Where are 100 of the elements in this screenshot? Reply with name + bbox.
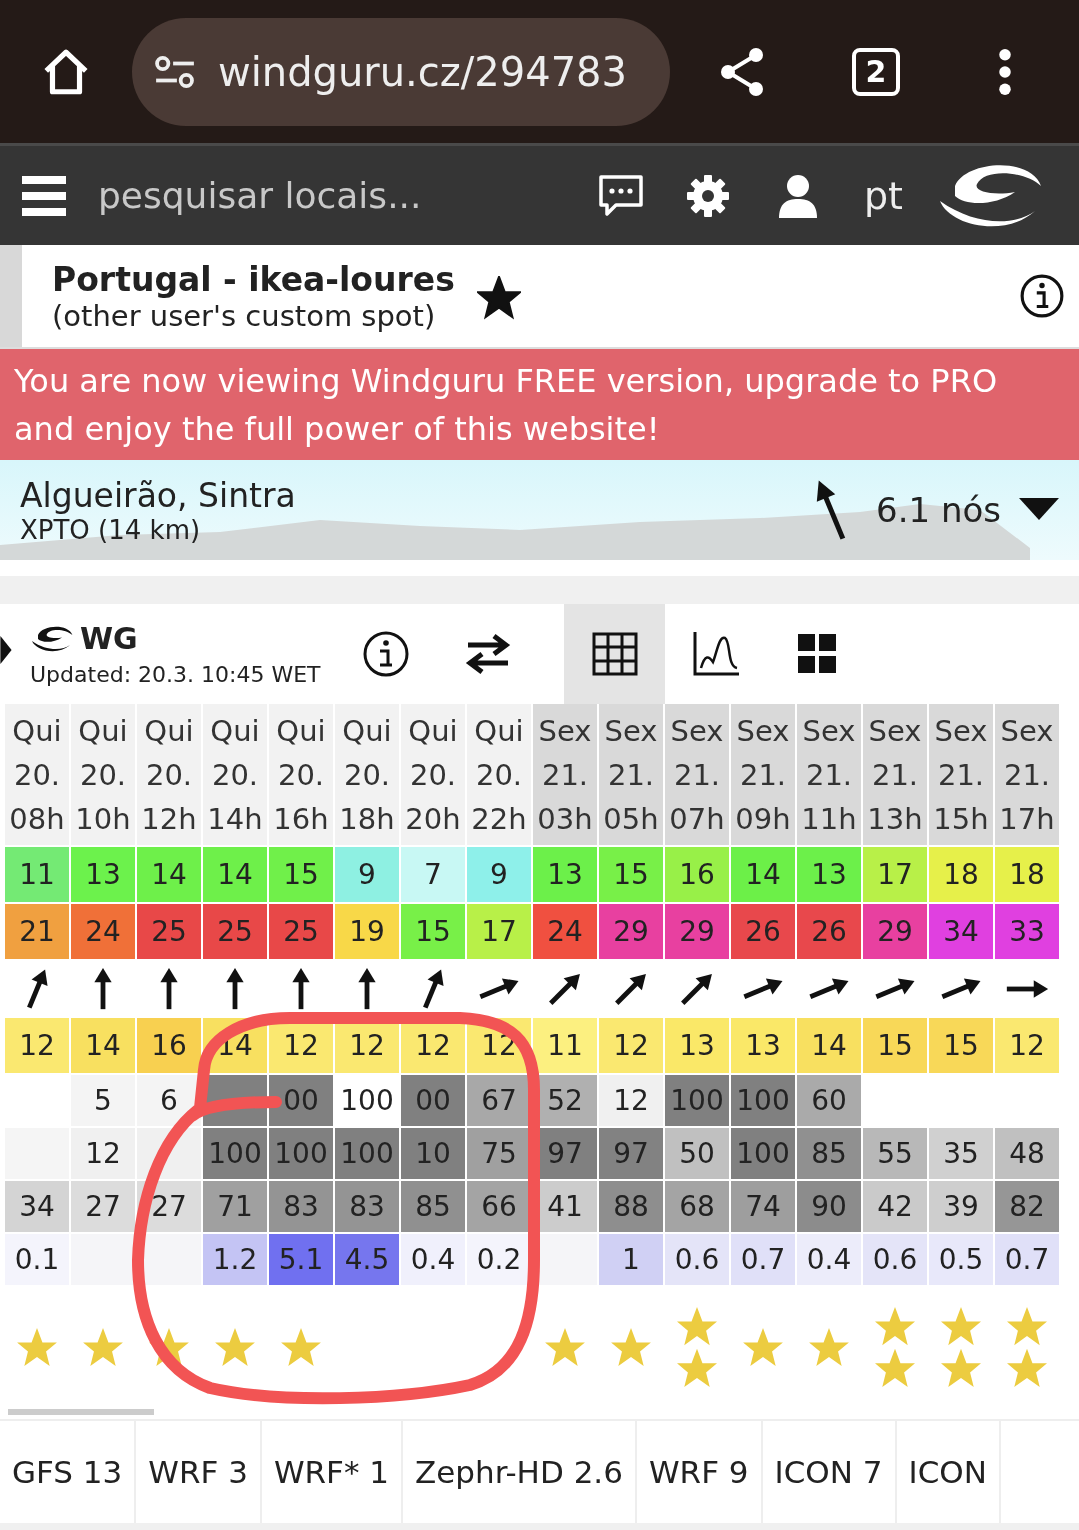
temperature-cell: 14: [71, 1018, 135, 1073]
hour-label: 03h: [537, 800, 593, 838]
cloud-cover-cell: 90: [797, 1181, 861, 1232]
date-label: 21.: [541, 756, 589, 794]
date-label: 21.: [805, 756, 853, 794]
date-label: 20.: [145, 756, 193, 794]
wind-gust-cell: 25: [203, 904, 267, 959]
cloud-cover-cell: 35: [929, 1128, 993, 1179]
hour-label: 18h: [339, 800, 395, 838]
wind-gust-cell: 25: [269, 904, 333, 959]
rain-cell: 0.4: [797, 1234, 861, 1285]
hour-label: 11h: [801, 800, 857, 838]
cloud-cover-cell: 42: [863, 1181, 927, 1232]
cloud-cover-cell: 66: [467, 1181, 531, 1232]
updated-text: Updated: 20.3. 10:45 WET: [30, 662, 322, 687]
wind-gust-cell: 34: [929, 904, 993, 959]
wind-reading: 6.1 nós: [876, 490, 1001, 530]
wind-gust-cell: 21: [5, 904, 69, 959]
wind-gust-cell: 26: [797, 904, 861, 959]
tune-icon[interactable]: [154, 54, 196, 89]
temperature-cell: 15: [863, 1018, 927, 1073]
language-selector[interactable]: pt: [864, 173, 904, 218]
wind-speed-cell: 7: [401, 847, 465, 902]
user-icon[interactable]: [778, 172, 818, 219]
cloud-cover-cell: 50: [665, 1128, 729, 1179]
cloud-cover-cell: 85: [797, 1128, 861, 1179]
rain-cell: 0.7: [995, 1234, 1059, 1285]
cloud-cover-cell: 83: [335, 1181, 399, 1232]
wind-gust-cell: 29: [599, 904, 663, 959]
address-bar[interactable]: windguru.cz/294783: [132, 17, 670, 126]
rain-cell: 0.6: [665, 1234, 729, 1285]
wind-speed-cell: 13: [797, 847, 861, 902]
wind-speed-cell: 18: [995, 847, 1059, 902]
info-icon[interactable]: [362, 630, 410, 678]
wind-speed-cell: 11: [5, 847, 69, 902]
grid-icon: [591, 632, 638, 676]
cloud-cover-cell: 5: [71, 1075, 135, 1126]
day-label: Qui: [408, 712, 458, 750]
view-tab[interactable]: [564, 604, 665, 704]
cloud-cover-cell: 97: [599, 1128, 663, 1179]
cloud-cover-cell: 10: [401, 1128, 465, 1179]
menu-icon[interactable]: [22, 173, 66, 218]
day-label: Sex: [736, 712, 790, 750]
cloud-cover-cell: 82: [995, 1181, 1059, 1232]
day-label: Sex: [868, 712, 922, 750]
caret-icon[interactable]: [1019, 498, 1059, 522]
tab-count-button[interactable]: 2: [852, 47, 900, 96]
settings-icon[interactable]: [686, 173, 730, 218]
rain-cell: 0.7: [731, 1234, 795, 1285]
wind-gust-cell: 24: [71, 904, 135, 959]
date-label: 21.: [673, 756, 721, 794]
wind-gust-cell: 19: [335, 904, 399, 959]
day-label: Qui: [474, 712, 524, 750]
day-label: Qui: [144, 712, 194, 750]
wind-speed-cell: 13: [533, 847, 597, 902]
wind-gust-cell: 26: [731, 904, 795, 959]
hour-label: 10h: [75, 800, 131, 838]
day-label: Sex: [802, 712, 856, 750]
cloud-cover-cell: 48: [995, 1128, 1059, 1179]
wind-gust-cell: 33: [995, 904, 1059, 959]
cloud-cover-cell: 39: [929, 1181, 993, 1232]
day-label: Sex: [934, 712, 988, 750]
hour-label: 14h: [207, 800, 263, 838]
station-detail: XPTO (14 km): [20, 514, 202, 545]
date-label: 20.: [277, 756, 325, 794]
rain-cell: 0.1: [5, 1234, 69, 1285]
hour-label: 20h: [405, 800, 461, 838]
wind-speed-cell: 9: [335, 847, 399, 902]
wind-speed-cell: 18: [929, 847, 993, 902]
day-label: Sex: [604, 712, 658, 750]
wind-gust-cell: 24: [533, 904, 597, 959]
graph-icon: [692, 632, 739, 676]
expand-icon[interactable]: [0, 636, 12, 664]
cloud-cover-cell: 75: [467, 1128, 531, 1179]
cloud-cover-cell: 12: [71, 1128, 135, 1179]
info-icon[interactable]: [1019, 273, 1065, 319]
temperature-cell: 16: [137, 1018, 201, 1073]
temperature-cell: 13: [665, 1018, 729, 1073]
hour-label: 09h: [735, 800, 791, 838]
cloud-cover-cell: 27: [71, 1181, 135, 1232]
cloud-cover-cell: 34: [5, 1181, 69, 1232]
rain-cell: 5.1: [269, 1234, 333, 1285]
hour-label: 12h: [141, 800, 197, 838]
chat-icon[interactable]: [598, 173, 644, 218]
station-name: Algueirão, Sintra: [20, 475, 296, 515]
model-name: WG: [80, 621, 138, 656]
day-label: Qui: [342, 712, 392, 750]
cloud-cover-cell: 71: [203, 1181, 267, 1232]
star-icon[interactable]: [476, 276, 521, 320]
wind-gust-cell: 15: [401, 904, 465, 959]
wind-speed-cell: 17: [863, 847, 927, 902]
station-bar[interactable]: Algueirão, Sintra XPTO (14 km) 6.1 nós: [0, 460, 1079, 560]
date-label: 21.: [739, 756, 787, 794]
wind-gust-cell: 17: [467, 904, 531, 959]
temperature-cell: 15: [929, 1018, 993, 1073]
search-field[interactable]: pesquisar locais...: [98, 175, 578, 216]
wind-speed-cell: 14: [203, 847, 267, 902]
rain-cell: 0.6: [863, 1234, 927, 1285]
wind-speed-cell: 15: [599, 847, 663, 902]
more-icon[interactable]: [998, 47, 1012, 96]
